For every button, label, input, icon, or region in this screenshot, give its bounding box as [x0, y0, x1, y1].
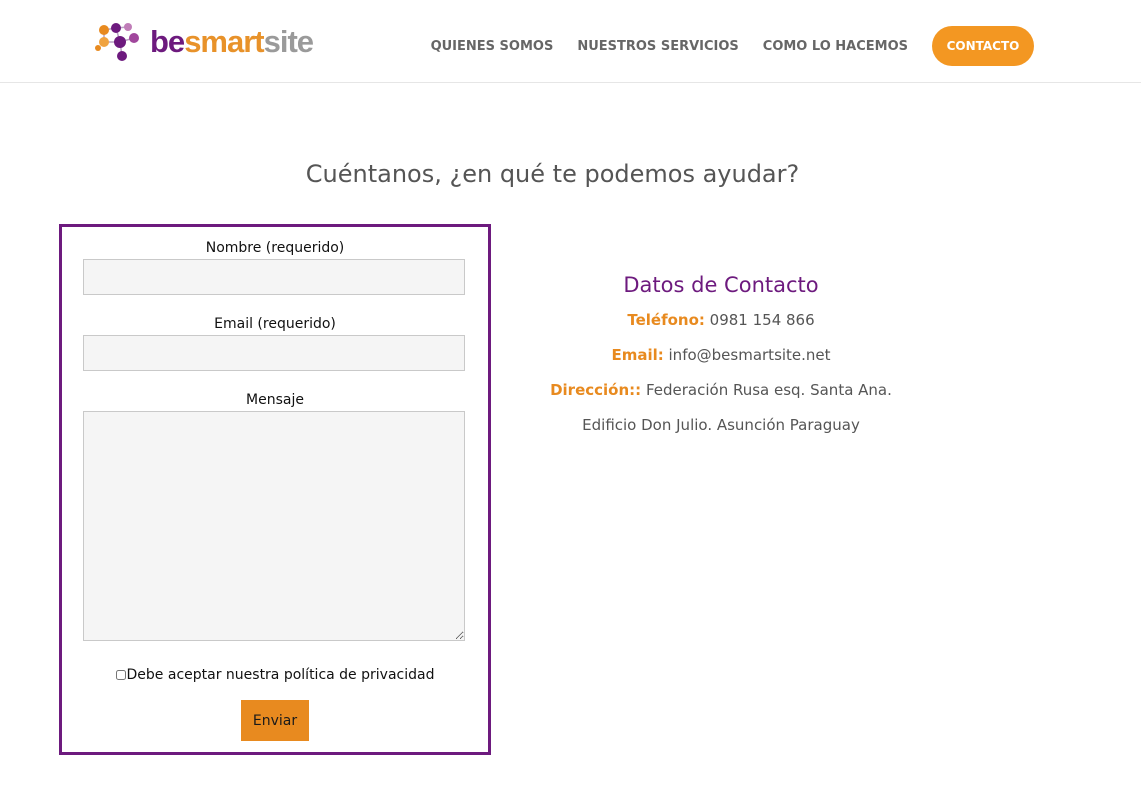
email-key: Email:	[611, 346, 664, 364]
brand-wordmark-be: be	[150, 23, 185, 59]
submit-button[interactable]: Enviar	[241, 700, 309, 741]
page-title: Cuéntanos, ¿en qué te podemos ayudar?	[305, 160, 800, 188]
brand-logo[interactable]: besmartsite	[94, 18, 314, 64]
nav-item-nuestros-servicios[interactable]: NUESTROS SERVICIOS	[577, 39, 738, 54]
address-line1: Federación Rusa esq. Santa Ana.	[645, 381, 892, 399]
name-label: Nombre (requerido)	[205, 240, 345, 256]
privacy-consent-label: Debe aceptar nuestra política de privaci…	[126, 667, 435, 683]
contact-title: Datos de Contacto	[623, 273, 819, 297]
main-nav: QUIENES SOMOS NUESTROS SERVICIOS COMO LO…	[407, 26, 1034, 66]
phone-key: Teléfono:	[627, 311, 705, 329]
message-textarea[interactable]	[83, 411, 465, 641]
nav-contacto-button[interactable]: CONTACTO	[932, 26, 1034, 66]
contact-email: Email: info@besmartsite.net	[521, 338, 921, 373]
brand-wordmark-smart: smart	[184, 23, 264, 59]
contact-address: Dirección:: Federación Rusa esq. Santa A…	[521, 373, 921, 408]
contact-form: Nombre (requerido) Email (requerido) Men…	[59, 224, 491, 755]
email-value: info@besmartsite.net	[668, 346, 831, 364]
message-label: Mensaje	[246, 392, 304, 408]
contact-address-line2: Edificio Don Julio. Asunción Paraguay	[582, 416, 860, 434]
nav-item-quienes-somos[interactable]: QUIENES SOMOS	[431, 39, 554, 54]
brand-wordmark: besmartsite	[150, 23, 314, 59]
contact-details: Datos de Contacto Teléfono: 0981 154 866…	[521, 270, 921, 443]
phone-value: 0981 154 866	[709, 311, 815, 329]
contact-phone: Teléfono: 0981 154 866	[521, 303, 921, 338]
privacy-checkbox[interactable]	[115, 670, 126, 680]
privacy-consent[interactable]: Debe aceptar nuestra política de privaci…	[62, 667, 488, 683]
logo-molecule-icon	[95, 23, 139, 61]
email-label: Email (requerido)	[214, 316, 336, 332]
name-input[interactable]	[83, 259, 465, 295]
brand-wordmark-site: site	[263, 23, 314, 59]
nav-item-como-lo-hacemos[interactable]: COMO LO HACEMOS	[763, 39, 908, 54]
address-key: Dirección::	[550, 381, 642, 399]
site-header: besmartsite QUIENES SOMOS NUESTROS SERVI…	[0, 0, 1141, 83]
email-input[interactable]	[83, 335, 465, 371]
